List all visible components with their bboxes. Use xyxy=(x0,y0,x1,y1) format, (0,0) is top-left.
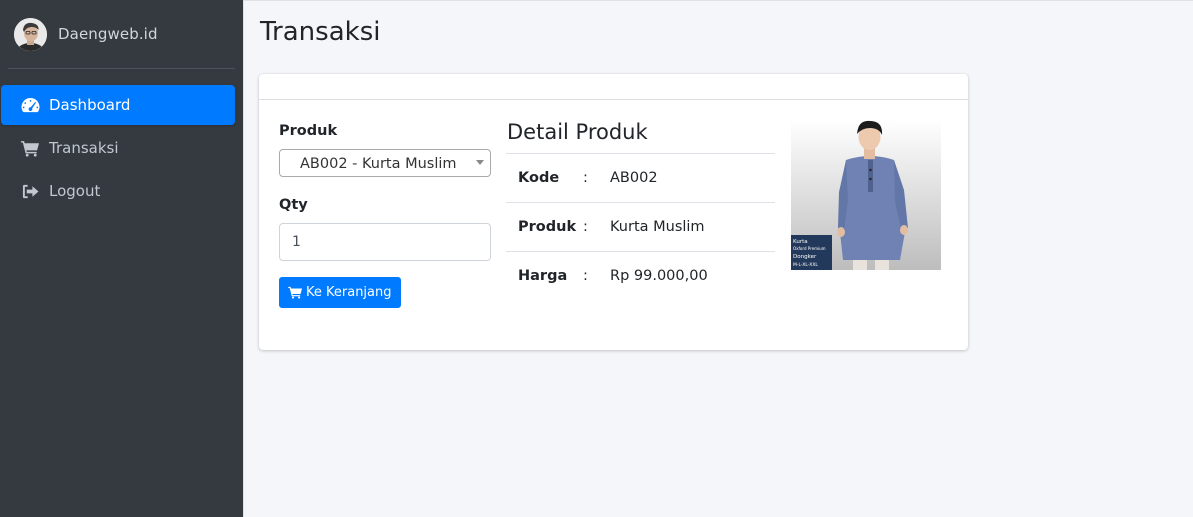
qty-input[interactable] xyxy=(279,223,491,261)
sidebar-item-logout[interactable]: Logout xyxy=(1,171,235,211)
table-row: Produk : Kurta Muslim xyxy=(506,202,775,252)
sidebar-item-label: Logout xyxy=(49,182,101,200)
table-row: Harga : Rp 99.000,00 xyxy=(506,251,775,301)
sidebar-item-label: Dashboard xyxy=(49,96,131,114)
detail-label: Kode xyxy=(506,153,583,203)
detail-value: AB002 xyxy=(610,153,775,203)
sidebar-item-dashboard[interactable]: Dashboard xyxy=(1,85,235,125)
detail-value: Kurta Muslim xyxy=(610,202,775,252)
detail-table: Kode : AB002 Produk : Kurta Muslim Harga… xyxy=(506,153,775,301)
sidebar-item-label: Transaksi xyxy=(49,139,119,157)
shopping-cart-icon xyxy=(19,138,41,158)
produk-select[interactable]: AB002 - Kurta Muslim xyxy=(279,149,491,177)
sidebar-item-transaksi[interactable]: Transaksi xyxy=(1,128,235,168)
detail-label: Produk xyxy=(506,202,583,252)
detail-value: Rp 99.000,00 xyxy=(610,251,775,301)
main-content: Transaksi Produk AB002 - Kurta Muslim Qt… xyxy=(243,0,1193,517)
product-detail: Detail Produk Kode : AB002 Produk : Kurt… xyxy=(506,120,775,301)
product-image: Kurta Oxford Premium Dongker M-L-XL-XXL xyxy=(791,120,941,270)
product-caption-line: Dongker xyxy=(793,254,817,260)
sign-out-icon xyxy=(19,181,41,201)
shopping-cart-icon xyxy=(288,286,302,299)
add-to-cart-button[interactable]: Ke Keranjang xyxy=(279,277,401,308)
user-avatar xyxy=(14,17,47,51)
detail-separator: : xyxy=(583,202,610,252)
detail-label: Harga xyxy=(506,251,583,301)
product-caption-line: M-L-XL-XXL xyxy=(793,262,818,268)
detail-title: Detail Produk xyxy=(507,120,648,144)
product-caption-line: Oxford Premium xyxy=(793,246,826,251)
detail-separator: : xyxy=(583,153,610,203)
qty-label: Qty xyxy=(279,197,308,213)
card-header xyxy=(259,74,968,100)
product-caption-line: Kurta xyxy=(793,239,808,245)
page-title: Transaksi xyxy=(260,17,381,47)
add-to-cart-label: Ke Keranjang xyxy=(306,285,392,300)
brand-link[interactable]: Daengweb.id xyxy=(8,0,235,69)
transaction-card: Produk AB002 - Kurta Muslim Qty Ke Keran… xyxy=(259,74,968,350)
tachometer-icon xyxy=(19,95,41,115)
transaction-form: Produk AB002 - Kurta Muslim Qty Ke Keran… xyxy=(279,123,491,308)
brand-name: Daengweb.id xyxy=(58,25,158,43)
detail-separator: : xyxy=(583,251,610,301)
produk-select-value: AB002 - Kurta Muslim xyxy=(300,156,457,172)
table-row: Kode : AB002 xyxy=(506,153,775,203)
dropdown-arrow-icon xyxy=(476,160,484,165)
sidebar: Daengweb.id Dashboard Transaksi Logout xyxy=(0,0,243,517)
produk-label: Produk xyxy=(279,123,338,139)
sidebar-nav: Dashboard Transaksi Logout xyxy=(0,69,243,211)
